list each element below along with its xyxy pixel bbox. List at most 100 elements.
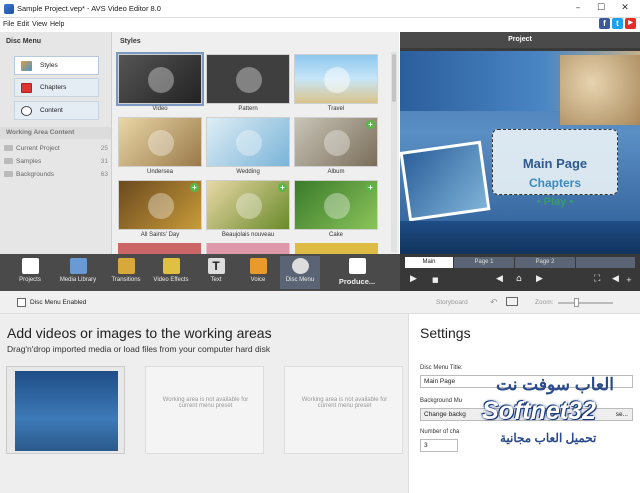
project-header: Project: [400, 32, 640, 48]
text-tool[interactable]: T Text: [196, 256, 236, 289]
page-tab-empty[interactable]: [576, 257, 635, 268]
folder-icon: [4, 145, 13, 151]
menu-bar: File Edit View Help: [0, 18, 640, 32]
add-icon[interactable]: +: [190, 183, 199, 192]
add-icon[interactable]: +: [278, 183, 287, 192]
window-title: Sample Project.vep* - AVS Video Editor 8…: [17, 4, 161, 13]
previous-icon[interactable]: ◀: [496, 274, 503, 284]
style-all-saints-day[interactable]: + All Saints' Day: [118, 180, 202, 240]
transitions-tool[interactable]: Transitions: [106, 256, 146, 289]
site-watermark: العاب سوفت نت Softnet32 تحميل العاب مجان…: [482, 375, 615, 445]
menu-edit[interactable]: Edit: [17, 21, 29, 28]
disc-menu-toolbar: Disc Menu Enabled Storyboard ↶ Zoom:: [0, 291, 640, 314]
styles-scrollbar[interactable]: [391, 52, 397, 252]
content-button[interactable]: Content: [14, 101, 99, 120]
add-icon[interactable]: +: [366, 120, 375, 129]
style-travel[interactable]: Travel: [294, 54, 378, 114]
chapters-count-stepper[interactable]: 3: [420, 439, 458, 452]
working-area-slot-1[interactable]: [6, 366, 125, 454]
storyboard-button[interactable]: Storyboard: [436, 299, 468, 306]
disc-menu-panel: Disc Menu Styles Chapters Content Workin…: [0, 32, 112, 254]
chapters-icon: [21, 82, 32, 93]
twitter-icon[interactable]: t: [612, 18, 623, 29]
facebook-icon[interactable]: f: [599, 18, 610, 29]
page-tab-main[interactable]: Main: [405, 257, 453, 268]
style-wedding[interactable]: Wedding: [206, 117, 290, 177]
working-area-title: Add videos or images to the working area…: [7, 325, 272, 341]
working-area-subtitle: Drag'n'drop imported media or load files…: [7, 344, 271, 354]
menu-play-text[interactable]: • Play •: [492, 196, 618, 208]
text-t-icon: T: [207, 258, 225, 274]
chapters-button[interactable]: Chapters: [14, 78, 99, 97]
next-icon[interactable]: ▶: [536, 274, 543, 284]
zoom-slider[interactable]: [558, 302, 613, 304]
more-styles-row: [118, 243, 378, 254]
folder-icon: [4, 158, 13, 164]
working-area-slot-2[interactable]: Working area is not available for curren…: [145, 366, 264, 454]
scrollbar-thumb[interactable]: [392, 54, 396, 102]
panel-header: Disc Menu: [6, 38, 42, 45]
produce-tool[interactable]: Produce...: [330, 256, 384, 289]
style-undersea[interactable]: Undersea: [118, 117, 202, 177]
style-cake[interactable]: + Cake: [294, 180, 378, 240]
disc-menu-tool[interactable]: Disc Menu: [280, 256, 320, 289]
maximize-button[interactable]: ☐: [593, 1, 609, 16]
disc-icon: [291, 258, 309, 274]
working-area: Add videos or images to the working area…: [0, 314, 408, 493]
background-music-label: Background Mu: [420, 398, 463, 404]
menu-view[interactable]: View: [32, 21, 47, 28]
working-area-slot-3[interactable]: Working area is not available for curren…: [284, 366, 403, 454]
disc-menu-enabled-checkbox[interactable]: [17, 298, 26, 307]
volume-icon[interactable]: ◀: [612, 274, 619, 284]
disc-menu-enabled-label: Disc Menu Enabled: [30, 299, 87, 306]
stop-icon[interactable]: ■: [432, 276, 439, 284]
fullscreen-icon[interactable]: ⛶: [594, 274, 600, 284]
undersea-video-thumbnail: [15, 371, 118, 451]
page-navigation: Main Page 1 Page 2 ▶ ■ ◀ ⌂ ▶ ⛶ ◀ +: [400, 254, 640, 291]
working-item-samples[interactable]: Samples 31: [4, 155, 110, 167]
styles-panel: Styles Video Pattern Travel Undersea Wed…: [112, 32, 399, 254]
film-icon: [348, 258, 366, 274]
styles-button[interactable]: Styles: [14, 56, 99, 75]
working-area-header: Working Area Content: [6, 129, 75, 136]
working-item-backgrounds[interactable]: Backgrounds 63: [4, 168, 110, 180]
add-icon[interactable]: +: [366, 183, 375, 192]
page-tab-1[interactable]: Page 1: [454, 257, 514, 268]
projects-tool[interactable]: Projects: [10, 256, 50, 289]
chapters-count-label: Number of cha: [420, 429, 460, 435]
menu-preview[interactable]: Main Page Chapters • Play •: [400, 51, 640, 254]
video-effects-tool[interactable]: Video Effects: [151, 256, 191, 289]
minimize-button[interactable]: –: [570, 1, 586, 16]
volume-up-icon[interactable]: +: [626, 276, 632, 284]
style-album[interactable]: + Album: [294, 117, 378, 177]
chapters-label: Chapters: [40, 84, 67, 91]
undo-icon[interactable]: ↶: [490, 297, 498, 308]
folder-icon: [4, 171, 13, 177]
page-tab-2[interactable]: Page 2: [515, 257, 575, 268]
menu-help[interactable]: Help: [50, 21, 64, 28]
microphone-icon: [249, 258, 267, 274]
style-video[interactable]: Video: [116, 52, 204, 114]
working-item-current-project[interactable]: Current Project 25: [4, 142, 110, 154]
content-label: Content: [40, 107, 63, 114]
content-icon: [21, 105, 32, 116]
clapperboard-icon: [21, 258, 39, 274]
play-icon[interactable]: ▶: [410, 274, 417, 284]
main-toolbar: Projects Media Library Transitions Video…: [0, 254, 400, 291]
youtube-icon[interactable]: ▶: [625, 18, 636, 29]
voice-tool[interactable]: Voice: [238, 256, 278, 289]
styles-header: Styles: [120, 38, 141, 45]
media-library-tool[interactable]: Media Library: [58, 256, 98, 289]
menu-file[interactable]: File: [3, 21, 14, 28]
media-library-icon: [69, 258, 87, 274]
style-pattern[interactable]: Pattern: [206, 54, 290, 114]
close-button[interactable]: ✕: [617, 1, 633, 16]
seashell-image: [560, 55, 640, 125]
aspect-ratio-icon[interactable]: [506, 297, 518, 306]
menu-title-text[interactable]: Main Page: [492, 156, 618, 171]
menu-chapters-text[interactable]: Chapters: [492, 176, 618, 190]
style-beaujolais-nouveau[interactable]: + Beaujolais nouveau: [206, 180, 290, 240]
home-icon[interactable]: ⌂: [516, 274, 522, 284]
title-bar: Sample Project.vep* - AVS Video Editor 8…: [0, 0, 640, 18]
zoom-slider-handle[interactable]: [574, 298, 579, 307]
